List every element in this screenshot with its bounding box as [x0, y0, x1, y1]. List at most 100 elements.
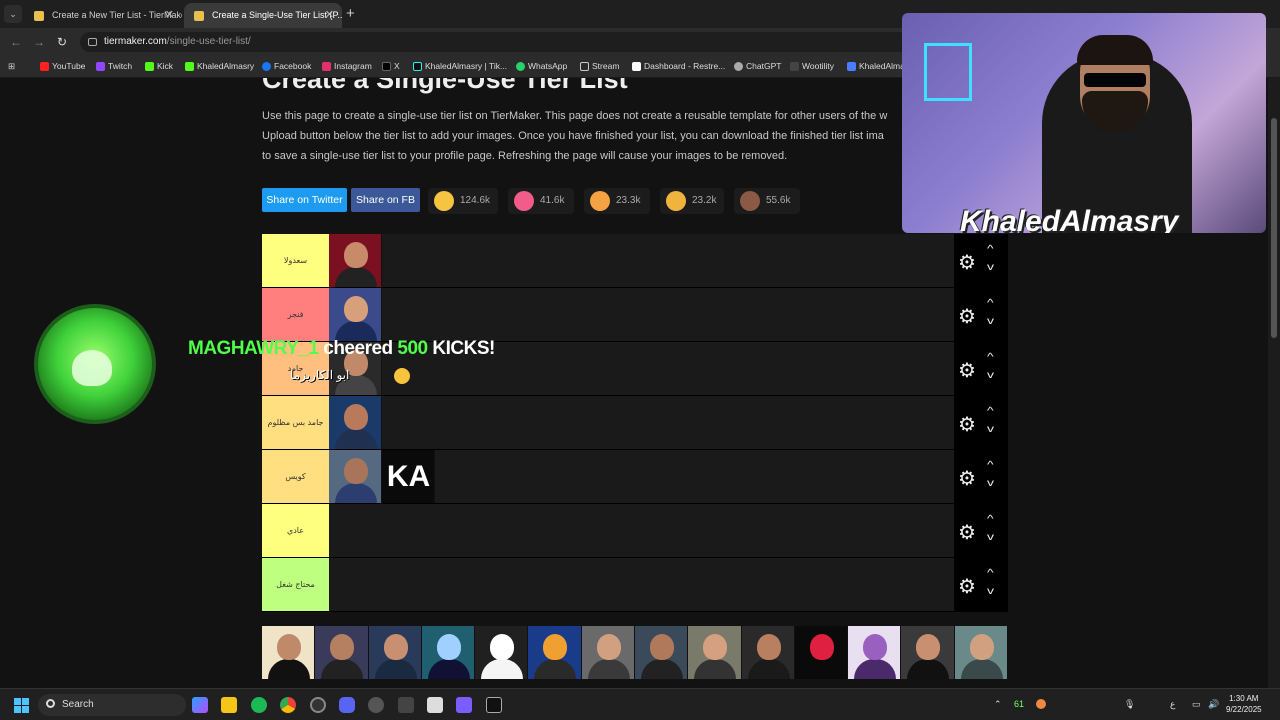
bookmark-khaledalmasry[interactable]: KhaledAlmasry: [185, 61, 254, 71]
tier-image[interactable]: [688, 626, 742, 679]
site-info-icon[interactable]: [88, 38, 97, 46]
share-on-twitter-button[interactable]: Share on Twitter: [262, 188, 347, 212]
tier-image[interactable]: [954, 626, 1008, 679]
tier-label[interactable]: سعدولا: [262, 234, 329, 287]
tier-label[interactable]: محتاج شغل: [262, 558, 329, 611]
chevron-up-icon[interactable]: ^: [987, 298, 994, 309]
chevron-up-icon[interactable]: ⌃: [994, 699, 1002, 710]
app-icon[interactable]: [398, 697, 414, 713]
tier-image[interactable]: [329, 234, 382, 287]
forward-arrow-icon[interactable]: →: [33, 35, 45, 49]
page-scrollbar[interactable]: [1268, 78, 1280, 688]
tier-image[interactable]: [528, 626, 582, 679]
tier-items[interactable]: [329, 396, 382, 449]
url-input[interactable]: tiermaker.com/single-use-tier-list/: [80, 32, 910, 52]
tier-items[interactable]: [329, 234, 382, 287]
chevron-down-icon[interactable]: v: [987, 262, 994, 273]
gear-icon[interactable]: ⚙: [958, 520, 976, 545]
app-icon[interactable]: [368, 697, 384, 713]
tier-label[interactable]: عادي: [262, 504, 329, 557]
input-language[interactable]: ع: [1170, 699, 1175, 710]
bookmark-stream-folder[interactable]: Stream: [580, 61, 619, 71]
chevron-down-icon[interactable]: v: [987, 586, 994, 597]
chevron-up-icon[interactable]: ^: [987, 568, 994, 579]
tier-image[interactable]: KA: [382, 450, 435, 503]
gear-icon[interactable]: ⚙: [958, 358, 976, 383]
scrollbar-thumb[interactable]: [1271, 118, 1277, 338]
bookmark-x[interactable]: X: [382, 61, 400, 71]
chevron-up-icon[interactable]: ^: [987, 514, 994, 525]
chevron-up-icon[interactable]: ^: [987, 244, 994, 255]
chevron-down-icon[interactable]: v: [987, 532, 994, 543]
bookmark-youtube[interactable]: YouTube: [40, 61, 85, 71]
store-icon[interactable]: [427, 697, 443, 713]
chevron-up-icon[interactable]: ^: [987, 352, 994, 363]
tier-image[interactable]: [329, 396, 382, 449]
bookmark-twitch[interactable]: Twitch: [96, 61, 132, 71]
tier-image[interactable]: [741, 626, 795, 679]
bookmark-instagram[interactable]: Instagram: [322, 61, 372, 71]
taskbar-clock[interactable]: 1:30 AM 9/22/2025: [1226, 693, 1262, 715]
tier-image[interactable]: [901, 626, 955, 679]
tier-image[interactable]: [581, 626, 635, 679]
tab-single-use-tier-list[interactable]: Create a Single-Use Tier List (P... ✕: [184, 3, 342, 28]
bookmark-facebook[interactable]: Facebook: [262, 61, 311, 71]
tier-image[interactable]: [262, 626, 316, 679]
chevron-up-icon[interactable]: ^: [987, 406, 994, 417]
gear-icon[interactable]: ⚙: [958, 466, 976, 491]
tier-label[interactable]: فنجر: [262, 288, 329, 341]
bookmark-restream[interactable]: Dashboard - Restre...: [632, 61, 725, 71]
share-on-fb-button[interactable]: Share on FB: [351, 188, 420, 212]
chevron-down-icon[interactable]: v: [987, 424, 994, 435]
app-icon[interactable]: [486, 697, 502, 713]
bookmark-kick[interactable]: Kick: [145, 61, 173, 71]
windows-start-icon[interactable]: [14, 698, 29, 713]
chrome-icon[interactable]: [280, 697, 296, 713]
reload-icon[interactable]: ↻: [57, 35, 67, 49]
spotify-icon[interactable]: [251, 697, 267, 713]
tab-search-button[interactable]: ⌄: [4, 5, 22, 23]
tier-image[interactable]: [421, 626, 476, 679]
chevron-up-icon[interactable]: ^: [987, 460, 994, 471]
reaction-heart-eyes[interactable]: 41.6k: [508, 188, 574, 214]
tier-image[interactable]: [634, 626, 689, 679]
gear-icon[interactable]: ⚙: [958, 574, 976, 599]
chevron-down-icon[interactable]: v: [987, 478, 994, 489]
tier-image[interactable]: [329, 450, 382, 503]
apps-grid-icon[interactable]: ⊞: [8, 61, 15, 72]
tier-image[interactable]: [368, 626, 422, 679]
tier-image[interactable]: [848, 626, 902, 679]
reaction-laugh[interactable]: 23.3k: [584, 188, 650, 214]
gear-icon[interactable]: ⚙: [958, 250, 976, 275]
taskbar-search-input[interactable]: Search: [38, 694, 186, 716]
tier-items[interactable]: KA: [329, 450, 435, 503]
bookmark-wootility[interactable]: Wootility: [790, 61, 834, 71]
microphone-icon[interactable]: 🎙: [1124, 699, 1135, 710]
tier-image[interactable]: [475, 626, 529, 679]
new-tab-button[interactable]: +: [346, 5, 355, 22]
controller-icon[interactable]: [456, 697, 472, 713]
tier-label[interactable]: كويس: [262, 450, 329, 503]
chevron-down-icon[interactable]: v: [987, 370, 994, 381]
copilot-icon[interactable]: [192, 697, 208, 713]
tier-label[interactable]: جامد بس مظلوم: [262, 396, 329, 449]
network-icon[interactable]: ▭: [1192, 699, 1201, 710]
bookmark-whatsapp[interactable]: WhatsApp: [516, 61, 567, 71]
tray-app-icon[interactable]: [1036, 699, 1046, 709]
gear-icon[interactable]: ⚙: [958, 304, 976, 329]
obs-icon[interactable]: [310, 697, 326, 713]
close-icon[interactable]: ✕: [165, 3, 174, 28]
file-explorer-icon[interactable]: [221, 697, 237, 713]
reaction-poop[interactable]: 55.6k: [734, 188, 800, 214]
tier-items[interactable]: [329, 288, 382, 341]
bookmark-tiktok[interactable]: KhaledAlmasry | Tik...: [413, 61, 507, 71]
tier-image[interactable]: [329, 288, 382, 341]
close-icon[interactable]: ✕: [325, 3, 334, 28]
tier-image[interactable]: [315, 626, 369, 679]
tier-image[interactable]: [794, 626, 849, 679]
bookmark-khaledalma[interactable]: KhaledAlma: [847, 61, 905, 71]
chevron-down-icon[interactable]: v: [987, 316, 994, 327]
gear-icon[interactable]: ⚙: [958, 412, 976, 437]
reaction-praise-hands[interactable]: 23.2k: [660, 188, 724, 214]
discord-icon[interactable]: [339, 697, 355, 713]
